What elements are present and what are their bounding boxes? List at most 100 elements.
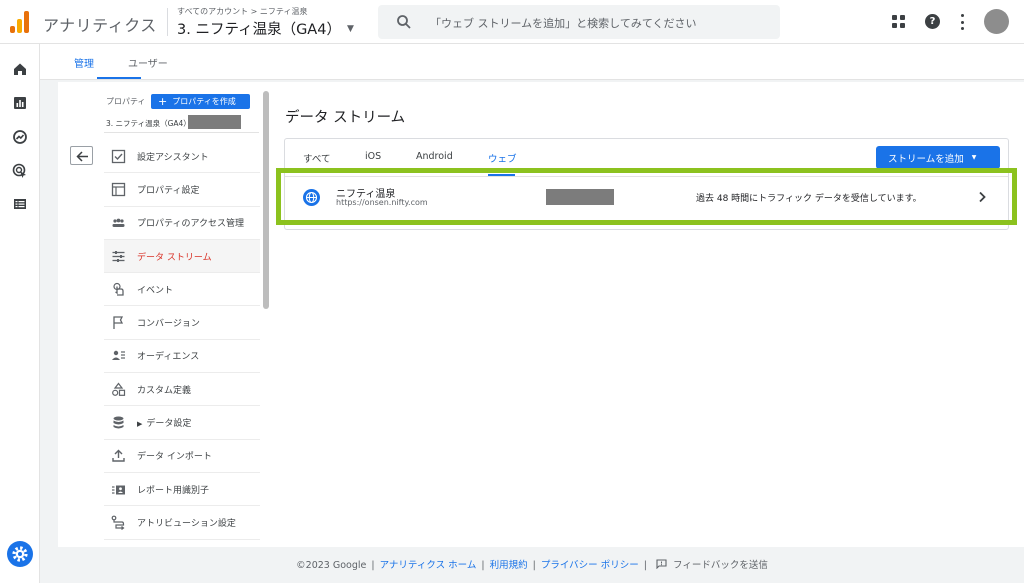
advertising-icon[interactable] xyxy=(12,163,28,179)
feedback-icon xyxy=(656,559,667,569)
stream-row[interactable]: ニフティ温泉 https://onsen.nifty.com 過去 48 時間に… xyxy=(284,176,1009,219)
apps-grid-icon[interactable] xyxy=(892,15,905,28)
menu-label-expandable: ▶ データ設定 xyxy=(137,416,191,429)
upload-icon xyxy=(112,449,125,463)
menu-label: アトリビューション設定 xyxy=(137,518,236,529)
filter-tab-android[interactable]: Android xyxy=(416,151,453,162)
menu-item-data-import[interactable]: データ インポート xyxy=(104,440,260,473)
menu-item-audiences[interactable]: オーディエンス xyxy=(104,340,260,374)
arrow-left-icon xyxy=(76,151,88,162)
redacted-property-id xyxy=(188,115,241,129)
stream-status: 過去 48 時間にトラフィック データを受信しています。 xyxy=(696,194,922,204)
create-property-button[interactable]: + プロパティを作成 xyxy=(151,94,250,109)
app-title[interactable]: アナリティクス xyxy=(43,12,157,36)
footer-link-terms[interactable]: 利用規約 xyxy=(490,560,528,571)
breadcrumb-separator: > xyxy=(250,7,258,16)
header-divider xyxy=(167,8,168,36)
chevron-right-icon xyxy=(979,191,986,203)
menu-item-property-access[interactable]: プロパティのアクセス管理 xyxy=(104,207,260,240)
menu-label: データ ストリーム xyxy=(137,252,212,263)
create-property-label: プロパティを作成 xyxy=(172,97,236,106)
breadcrumb-root: すべてのアカウント xyxy=(177,7,249,16)
menu-item-data-settings[interactable]: ▶ データ設定 xyxy=(104,406,260,440)
tab-active-indicator xyxy=(97,77,141,79)
menu-label: データ インポート xyxy=(137,452,212,463)
footer-link-analytics-home[interactable]: アナリティクス ホーム xyxy=(380,560,477,571)
menu-item-data-streams[interactable]: データ ストリーム xyxy=(104,239,260,274)
property-section-label: プロパティ xyxy=(106,97,146,106)
identifier-icon xyxy=(112,485,125,495)
menu-item-custom-definitions[interactable]: カスタム定義 xyxy=(104,373,260,407)
audience-icon xyxy=(112,351,125,361)
search-input[interactable]: 「ウェブ ストリームを追加」と検索してみてください xyxy=(378,5,780,39)
menu-label: 設定アシスタント xyxy=(137,152,209,163)
property-settings-menu: 設定アシスタント プロパティ設定 プロパティのアクセス管理 データ ストリーム … xyxy=(104,140,260,540)
redacted-stream-id xyxy=(546,189,614,205)
breadcrumb-account: ニフティ温泉 xyxy=(259,7,308,16)
touch-icon xyxy=(113,282,124,296)
top-header: アナリティクス すべてのアカウント > ニフティ温泉 3. ニフティ温泉（GA4… xyxy=(0,0,1024,44)
menu-item-setup-assistant[interactable]: 設定アシスタント xyxy=(104,140,260,174)
search-placeholder: 「ウェブ ストリームを追加」と検索してみてください xyxy=(430,17,697,30)
page-title: データ ストリーム xyxy=(285,110,406,126)
home-icon[interactable] xyxy=(12,61,28,77)
filter-tab-ios[interactable]: iOS xyxy=(365,151,381,162)
globe-icon xyxy=(303,189,320,206)
menu-label: プロパティのアクセス管理 xyxy=(137,219,245,230)
plus-icon: + xyxy=(158,94,168,108)
analytics-logo-icon[interactable] xyxy=(10,11,30,33)
data-stream-icon xyxy=(112,250,125,262)
help-icon[interactable]: ? xyxy=(925,14,940,29)
menu-item-property-settings[interactable]: プロパティ設定 xyxy=(104,173,260,207)
people-icon xyxy=(112,218,125,228)
explore-icon[interactable] xyxy=(12,129,28,145)
expand-triangle-icon: ▶ xyxy=(137,420,143,429)
menu-scrollbar[interactable] xyxy=(263,91,269,309)
shapes-icon xyxy=(112,382,126,396)
database-icon xyxy=(113,416,124,429)
left-nav-rail xyxy=(0,44,40,583)
tab-admin[interactable]: 管理 xyxy=(74,55,94,70)
gear-icon xyxy=(12,546,28,562)
property-name: 3. ニフティ温泉（GA4） xyxy=(106,119,191,128)
menu-item-reporting-identity[interactable]: レポート用識別子 xyxy=(104,473,260,507)
add-stream-label: ストリームを追加 xyxy=(888,153,964,165)
menu-item-attribution-settings[interactable]: アトリビューション設定 xyxy=(104,506,260,540)
feedback-link[interactable]: フィードバックを送信 xyxy=(673,560,768,571)
property-title: 3. ニフティ温泉（GA4） xyxy=(177,22,341,38)
reports-icon[interactable] xyxy=(12,95,28,111)
menu-label: レポート用識別子 xyxy=(137,485,210,496)
menu-label: プロパティ設定 xyxy=(137,185,200,196)
admin-tab-bar: 管理 ユーザー xyxy=(40,44,1024,80)
more-vert-icon[interactable] xyxy=(960,14,964,30)
menu-label: カスタム定義 xyxy=(137,385,192,396)
flag-icon xyxy=(113,316,124,330)
menu-item-conversions[interactable]: コンバージョン xyxy=(104,306,260,340)
stream-url: https://onsen.nifty.com xyxy=(336,198,428,207)
property-divider xyxy=(104,132,259,133)
breadcrumb[interactable]: すべてのアカウント > ニフティ温泉 xyxy=(177,6,307,17)
copyright-text: ©2023 Google xyxy=(296,560,367,571)
back-button[interactable] xyxy=(70,146,93,165)
menu-label-text: データ設定 xyxy=(146,419,192,430)
menu-item-events[interactable]: イベント xyxy=(104,273,260,307)
menu-label: コンバージョン xyxy=(137,319,200,330)
dropdown-arrow-icon: ▼ xyxy=(971,154,977,161)
tab-user[interactable]: ユーザー xyxy=(128,55,168,70)
filter-tab-all[interactable]: すべて xyxy=(303,151,330,165)
footer-link-privacy[interactable]: プライバシー ポリシー xyxy=(541,560,639,571)
attribution-icon xyxy=(111,515,125,530)
property-settings-icon xyxy=(111,182,126,197)
add-stream-button[interactable]: ストリームを追加 ▼ xyxy=(876,146,1000,169)
search-icon xyxy=(397,15,411,29)
property-selector[interactable]: 3. ニフティ温泉（GA4） ▼ xyxy=(177,18,354,39)
menu-label: イベント xyxy=(137,285,174,296)
menu-label: オーディエンス xyxy=(137,352,200,363)
checklist-icon xyxy=(111,149,126,163)
filter-tab-web[interactable]: ウェブ xyxy=(488,151,517,165)
footer: ©2023 Google | アナリティクス ホーム | 利用規約 | プライバ… xyxy=(296,559,768,571)
caret-down-icon: ▼ xyxy=(346,23,354,34)
avatar[interactable] xyxy=(984,9,1009,34)
admin-settings-button[interactable] xyxy=(7,541,33,567)
configure-list-icon[interactable] xyxy=(12,196,28,212)
